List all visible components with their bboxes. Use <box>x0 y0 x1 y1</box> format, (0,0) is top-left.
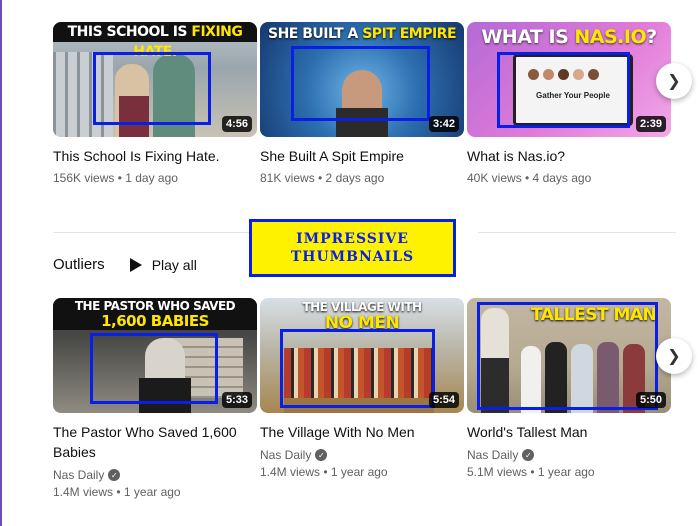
video-card[interactable]: THE PASTOR WHO SAVED 1,600 BABIES 5:33 T… <box>53 298 257 499</box>
verified-check-icon: ✓ <box>315 449 328 461</box>
video-title[interactable]: This School Is Fixing Hate. <box>53 146 257 166</box>
section-divider <box>53 232 249 233</box>
video-meta: 81K views • 2 days ago <box>260 171 385 185</box>
highlight-box <box>93 52 211 125</box>
video-meta: 1.4M views • 1 year ago <box>260 465 388 479</box>
highlight-box <box>90 333 218 404</box>
video-meta: 156K views • 1 day ago <box>53 171 178 185</box>
highlight-box <box>291 46 430 121</box>
video-meta: 5.1M views • 1 year ago <box>467 465 595 479</box>
video-row-outliers: THE PASTOR WHO SAVED 1,600 BABIES 5:33 T… <box>53 298 671 499</box>
section-divider <box>478 232 676 233</box>
thumbnail-caption: SHE BUILT A SPIT EMPIRE <box>267 26 457 42</box>
channel-name[interactable]: Nas Daily ✓ <box>467 448 671 462</box>
duration-badge: 5:33 <box>221 392 252 408</box>
video-thumbnail[interactable]: TALLEST MAN 5:50 <box>467 298 671 413</box>
video-title[interactable]: What is Nas.io? <box>467 146 671 166</box>
chevron-right-icon: ❯ <box>667 73 681 90</box>
carousel-next-button[interactable]: ❯ <box>656 63 692 99</box>
frame-border <box>0 0 2 526</box>
video-title[interactable]: The Pastor Who Saved 1,600 Babies <box>53 422 257 462</box>
video-card[interactable]: Gather Your People WHAT IS NAS.IO? 2:39 … <box>467 22 671 185</box>
video-card[interactable]: TALLEST MAN 5:50 World's Tallest Man Nas… <box>467 298 671 499</box>
video-meta: 1.4M views • 1 year ago <box>53 485 181 499</box>
highlight-box <box>280 329 435 408</box>
thumbnail-caption: THIS SCHOOL IS FIXING HATE. <box>53 22 257 60</box>
thumbnail-caption: THE VILLAGE WITH NO MEN <box>302 300 422 333</box>
channel-name[interactable]: Nas Daily ✓ <box>260 448 464 462</box>
video-card[interactable]: THIS SCHOOL IS FIXING HATE. 4:56 This Sc… <box>53 22 257 185</box>
channel-label[interactable]: Nas Daily <box>467 448 518 462</box>
play-icon <box>129 257 142 272</box>
highlight-box <box>497 52 630 128</box>
video-thumbnail[interactable]: Gather Your People WHAT IS NAS.IO? 2:39 <box>467 22 671 137</box>
video-meta: 40K views • 4 days ago <box>467 171 592 185</box>
section-header: Outliers Play all <box>53 256 197 273</box>
banner-line-2: THUMBNAILS <box>290 249 415 265</box>
verified-check-icon: ✓ <box>108 469 121 481</box>
play-all-button[interactable]: Play all <box>129 256 197 273</box>
duration-badge: 2:39 <box>635 116 666 132</box>
video-thumbnail[interactable]: SHE BUILT A SPIT EMPIRE 3:42 <box>260 22 464 137</box>
video-title[interactable]: World's Tallest Man <box>467 422 671 442</box>
video-card[interactable]: SHE BUILT A SPIT EMPIRE 3:42 She Built A… <box>260 22 464 185</box>
thumbnail-caption: THE PASTOR WHO SAVED 1,600 BABIES <box>53 298 257 330</box>
video-title[interactable]: She Built A Spit Empire <box>260 146 464 166</box>
verified-check-icon: ✓ <box>522 449 535 461</box>
channel-label[interactable]: Nas Daily <box>260 448 311 462</box>
video-title[interactable]: The Village With No Men <box>260 422 464 442</box>
highlight-box <box>477 302 658 410</box>
video-thumbnail[interactable]: THE VILLAGE WITH NO MEN 5:54 <box>260 298 464 413</box>
video-row-recent: THIS SCHOOL IS FIXING HATE. 4:56 This Sc… <box>53 22 671 185</box>
duration-badge: 4:56 <box>221 116 252 132</box>
thumbnail-caption: WHAT IS NAS.IO? <box>481 26 657 48</box>
duration-badge: 5:50 <box>635 392 666 408</box>
banner-line-1: IMPRESSIVE <box>296 231 409 247</box>
channel-label[interactable]: Nas Daily <box>53 468 104 482</box>
annotation-banner: IMPRESSIVE THUMBNAILS <box>249 219 456 277</box>
section-title: Outliers <box>53 256 105 273</box>
carousel-next-button[interactable]: ❯ <box>656 338 692 374</box>
chevron-right-icon: ❯ <box>667 348 681 365</box>
duration-badge: 3:42 <box>428 116 459 132</box>
duration-badge: 5:54 <box>428 392 459 408</box>
video-thumbnail[interactable]: THE PASTOR WHO SAVED 1,600 BABIES 5:33 <box>53 298 257 413</box>
play-all-label: Play all <box>151 256 197 273</box>
video-thumbnail[interactable]: THIS SCHOOL IS FIXING HATE. 4:56 <box>53 22 257 137</box>
video-card[interactable]: THE VILLAGE WITH NO MEN 5:54 The Village… <box>260 298 464 499</box>
channel-name[interactable]: Nas Daily ✓ <box>53 468 257 482</box>
